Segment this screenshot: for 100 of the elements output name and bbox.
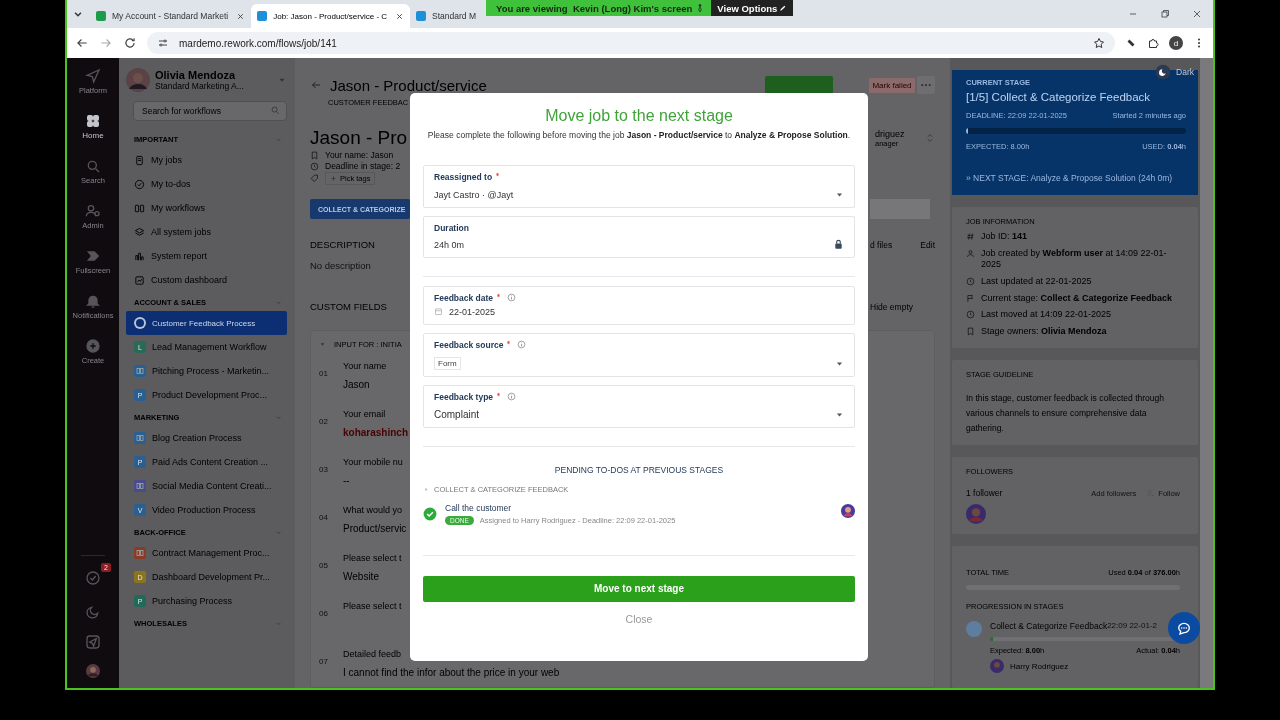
dialog-intro: Please complete the following before moving the job Jason - Product/service to Analyze & Propose Solution.	[426, 130, 852, 141]
field-label: Feedback source	[434, 339, 504, 350]
close-icon[interactable]	[1191, 8, 1203, 20]
field-number: 05	[319, 561, 329, 572]
url-field[interactable]: mardemo.rework.com/flows/job/141	[147, 32, 1115, 54]
files-link[interactable]: d files	[870, 239, 893, 250]
clock-icon	[966, 310, 975, 320]
bookmark-icon	[310, 150, 319, 160]
grid-icon	[85, 113, 101, 129]
form-field[interactable]: Feedback type Complaint	[423, 384, 855, 428]
field-label: Reassigned to	[434, 171, 493, 182]
assignee-avatar	[841, 503, 855, 518]
browser-tab[interactable]: Job: Jason - Product/service - C	[251, 4, 411, 28]
mark-failed-button[interactable]: Mark failed	[869, 77, 915, 93]
form-field[interactable]: Feedback source Form	[423, 332, 855, 377]
sidebar-item[interactable]: Custom dashboard	[126, 268, 287, 292]
check-circle-icon[interactable]	[85, 570, 101, 586]
todo-title: Call the customer	[445, 502, 513, 513]
owner-name: Harry Rodriguez	[1010, 661, 1069, 671]
workflow-item[interactable]: Blog Creation Process	[126, 426, 287, 450]
stage-name: Collect & Categorize Feedback	[990, 621, 1108, 632]
check-circle-icon[interactable]	[423, 506, 437, 521]
sidebar-item[interactable]: My jobs	[126, 148, 287, 172]
edit-link[interactable]: Edit	[920, 239, 935, 250]
stage-title: [1/5] Collect & Categorize Feedback	[966, 91, 1152, 103]
reload-icon[interactable]	[123, 36, 137, 50]
star-icon[interactable]	[1093, 37, 1105, 49]
section-title: CUSTOM FIELDS	[310, 301, 387, 312]
browser-tab[interactable]: Standard M	[410, 4, 482, 28]
sidebar-item[interactable]: My workflows	[126, 196, 287, 220]
field-label: Duration	[434, 222, 469, 233]
moon-icon	[1155, 64, 1172, 80]
next-stage: » NEXT STAGE: Analyze & Propose Solution (24h 0m)	[966, 173, 1174, 183]
job-info-text: Last updated at 22-01-2025	[981, 276, 1092, 288]
job-meta: Deadline in stage: 2	[325, 161, 401, 171]
description-text: No description	[310, 260, 372, 271]
scrollbar[interactable]	[1200, 58, 1213, 688]
field-value: 24h 0m	[434, 239, 465, 250]
pending-todos-title: PENDING TO-DOS AT PREVIOUS STAGES	[553, 464, 725, 475]
field-value: Website	[343, 571, 380, 582]
workflow-item[interactable]: Social Media Content Creati...	[126, 474, 287, 498]
chat-icon	[1176, 620, 1192, 636]
field-value: koharashinch	[343, 427, 409, 438]
back-icon[interactable]	[75, 36, 89, 50]
lock-icon	[833, 239, 844, 251]
workflow-item[interactable]: Contract Management Proc...	[126, 541, 287, 565]
field-label: Please select t	[343, 553, 402, 563]
hide-empty-link[interactable]: Hide empty	[870, 301, 913, 312]
nav-button[interactable]: Home	[82, 113, 104, 158]
form-field[interactable]: Duration 24h 0m	[423, 215, 855, 258]
pencil-icon	[779, 4, 788, 12]
field-value: --	[343, 475, 351, 486]
banner-text: You are viewing Kevin (Long) Kim's screen	[495, 2, 694, 14]
form-field[interactable]: Feedback date 22-01-2025	[423, 285, 855, 325]
sidebar-item[interactable]: My to-dos	[126, 172, 287, 196]
browser-tab[interactable]: My Account - Standard Marketi	[90, 4, 252, 28]
profile-avatar[interactable]: d	[1169, 36, 1183, 50]
field-label: Your name	[343, 361, 387, 371]
site-settings-icon[interactable]	[157, 37, 169, 49]
paper-plane-icon	[85, 68, 101, 84]
user-avatar[interactable]	[86, 664, 100, 678]
caret-icon[interactable]	[319, 340, 326, 348]
move-to-next-stage-button[interactable]: Move to next stage	[423, 575, 855, 602]
caret-icon[interactable]	[423, 485, 430, 493]
follower-count: 1 follower	[966, 488, 1003, 499]
restore-icon[interactable]	[1159, 8, 1171, 20]
form-field[interactable]: Reassigned to Jayt Castro · @Jayt	[423, 164, 855, 208]
workflow-item[interactable]: Pitching Process - Marketin...	[126, 359, 287, 383]
more-icon[interactable]	[917, 76, 935, 94]
field-number: 01	[319, 369, 329, 380]
field-number: 07	[319, 657, 329, 668]
stage-button[interactable]	[765, 76, 833, 94]
close-icon[interactable]	[236, 11, 246, 21]
moon-icon[interactable]	[85, 604, 101, 620]
close-icon[interactable]	[395, 11, 405, 21]
extension-icon[interactable]	[1125, 37, 1137, 49]
field-label: Feedback type	[434, 391, 494, 402]
bar-chart-icon	[134, 250, 145, 262]
paper-plane-icon[interactable]	[85, 634, 101, 650]
plus-icon	[85, 338, 101, 354]
sidebar-item[interactable]: System report	[126, 244, 287, 268]
field-label: Your mobile nu	[343, 457, 403, 467]
field-label: Feedback date	[434, 292, 494, 303]
close-button[interactable]: Close	[621, 610, 657, 627]
user-avatar[interactable]	[126, 68, 150, 92]
workflow-item[interactable]: Customer Feedback Process	[126, 311, 287, 335]
assignee-name: driguez	[875, 128, 905, 139]
field-number: 04	[319, 513, 329, 524]
user-name: Olivia Mendoza	[155, 69, 237, 81]
view-options-button[interactable]: View Options	[711, 0, 794, 16]
dialog-title: Move job to the next stage	[545, 107, 733, 125]
job-title: Jason - Product/service	[330, 76, 487, 94]
up-down-icon[interactable]	[925, 133, 935, 143]
field-value: Jayt Castro · @Jayt	[434, 189, 514, 200]
dark-mode-toggle[interactable]: Dark	[1155, 64, 1194, 80]
search-field[interactable]: Search for workflows	[133, 101, 287, 121]
sidebar-item[interactable]: All system jobs	[126, 220, 287, 244]
field-number: 06	[319, 609, 329, 620]
follower-avatar[interactable]	[966, 504, 986, 525]
field-value: Complaint	[434, 409, 480, 421]
